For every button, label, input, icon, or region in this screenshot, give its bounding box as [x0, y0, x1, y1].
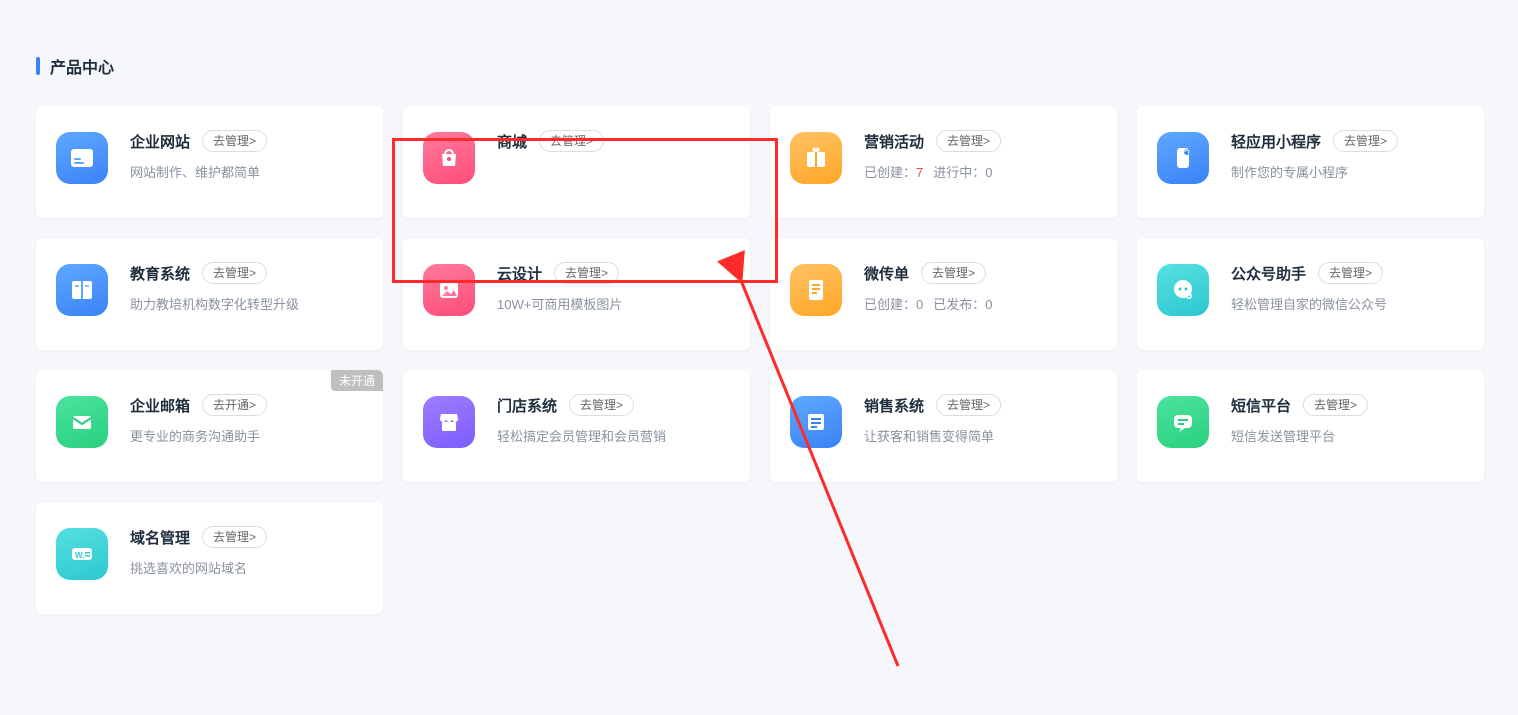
card-desc: 制作您的专属小程序: [1231, 164, 1464, 182]
book-icon: [56, 264, 108, 316]
manage-button[interactable]: 去管理>: [1333, 130, 1398, 152]
product-card-mail[interactable]: 企业邮箱去开通> 更专业的商务沟通助手 未开通: [36, 370, 383, 482]
message-icon: [1157, 396, 1209, 448]
domain-icon: [56, 528, 108, 580]
mail-icon: [56, 396, 108, 448]
product-card-miniapp[interactable]: 轻应用小程序去管理> 制作您的专属小程序: [1137, 106, 1484, 218]
browser-icon: [56, 132, 108, 184]
product-card-sales[interactable]: 销售系统去管理> 让获客和销售变得简单: [770, 370, 1117, 482]
manage-button[interactable]: 去管理>: [569, 394, 634, 416]
card-desc: 短信发送管理平台: [1231, 428, 1464, 446]
card-desc: 轻松管理自家的微信公众号: [1231, 296, 1464, 314]
status-badge: 未开通: [331, 370, 383, 391]
list-icon: [790, 396, 842, 448]
manage-button[interactable]: 去管理>: [202, 262, 267, 284]
card-title: 微传单: [864, 263, 909, 284]
chat-icon: [1157, 264, 1209, 316]
manage-button[interactable]: 去管理>: [921, 262, 986, 284]
card-title: 企业邮箱: [130, 395, 190, 416]
manage-button[interactable]: 去管理>: [202, 130, 267, 152]
bag-icon: [423, 132, 475, 184]
section-header: 产品中心: [36, 54, 1482, 78]
section-title: 产品中心: [50, 54, 114, 78]
product-card-edu[interactable]: 教育系统去管理> 助力教培机构数字化转型升级: [36, 238, 383, 350]
image-icon: [423, 264, 475, 316]
card-title: 短信平台: [1231, 395, 1291, 416]
product-card-website[interactable]: 企业网站去管理> 网站制作、维护都简单: [36, 106, 383, 218]
card-title: 营销活动: [864, 131, 924, 152]
phone-icon: [1157, 132, 1209, 184]
card-desc: 已创建：0已发布：0: [864, 296, 1097, 314]
manage-button[interactable]: 去管理>: [202, 526, 267, 548]
card-title: 门店系统: [497, 395, 557, 416]
product-grid: 企业网站去管理>网站制作、维护都简单商城去管理>营销活动去管理>已创建：7进行中…: [36, 106, 1482, 614]
product-card-marketing[interactable]: 营销活动去管理> 已创建：7进行中：0: [770, 106, 1117, 218]
product-card-wechat[interactable]: 公众号助手去管理> 轻松管理自家的微信公众号: [1137, 238, 1484, 350]
card-title: 云设计: [497, 263, 542, 284]
card-title: 轻应用小程序: [1231, 131, 1321, 152]
card-title: 公众号助手: [1231, 263, 1306, 284]
manage-button[interactable]: 去管理>: [539, 130, 604, 152]
card-desc: 让获客和销售变得简单: [864, 428, 1097, 446]
card-desc: 挑选喜欢的网站域名: [130, 560, 363, 578]
card-title: 域名管理: [130, 527, 190, 548]
card-title: 销售系统: [864, 395, 924, 416]
card-title: 教育系统: [130, 263, 190, 284]
product-card-design[interactable]: 云设计去管理> 10W+可商用模板图片: [403, 238, 750, 350]
product-card-store[interactable]: 门店系统去管理> 轻松搞定会员管理和会员营销: [403, 370, 750, 482]
shop-icon: [423, 396, 475, 448]
manage-button[interactable]: 去开通>: [202, 394, 267, 416]
card-desc: 网站制作、维护都简单: [130, 164, 363, 182]
product-card-shop[interactable]: 商城去管理>: [403, 106, 750, 218]
page-icon: [790, 264, 842, 316]
card-title: 企业网站: [130, 131, 190, 152]
manage-button[interactable]: 去管理>: [554, 262, 619, 284]
card-desc: 轻松搞定会员管理和会员营销: [497, 428, 730, 446]
manage-button[interactable]: 去管理>: [1303, 394, 1368, 416]
manage-button[interactable]: 去管理>: [936, 130, 1001, 152]
manage-button[interactable]: 去管理>: [1318, 262, 1383, 284]
card-desc: 更专业的商务沟通助手: [130, 428, 363, 446]
card-title: 商城: [497, 131, 527, 152]
card-desc: 10W+可商用模板图片: [497, 296, 730, 314]
manage-button[interactable]: 去管理>: [936, 394, 1001, 416]
section-accent-bar: [36, 57, 40, 75]
card-desc: 助力教培机构数字化转型升级: [130, 296, 363, 314]
product-card-sms[interactable]: 短信平台去管理> 短信发送管理平台: [1137, 370, 1484, 482]
product-card-domain[interactable]: 域名管理去管理> 挑选喜欢的网站域名: [36, 502, 383, 614]
card-desc: 已创建：7进行中：0: [864, 164, 1097, 182]
gift-icon: [790, 132, 842, 184]
product-card-flyer[interactable]: 微传单去管理> 已创建：0已发布：0: [770, 238, 1117, 350]
